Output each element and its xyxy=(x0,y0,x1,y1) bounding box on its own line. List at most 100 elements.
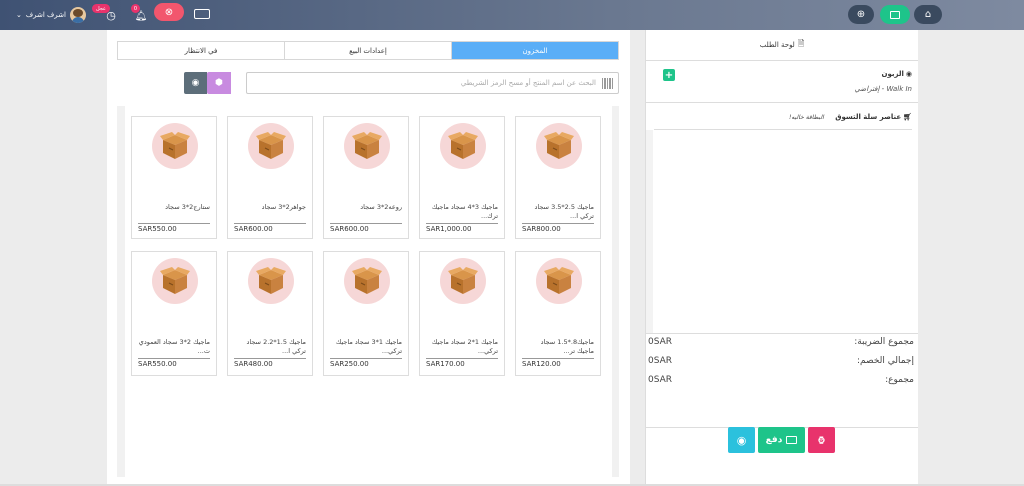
search-placeholder: البحث عن اسم المنتج أو مسح الرمز الشريطي xyxy=(460,79,596,87)
box-icon xyxy=(160,132,190,159)
product-price: SAR600.00 xyxy=(234,223,306,233)
products-scrollbar-right[interactable] xyxy=(612,106,619,477)
total-value: 0SAR xyxy=(648,375,673,385)
home-icon: ⌂ xyxy=(924,9,932,20)
pay-button[interactable]: دفع xyxy=(758,427,805,453)
order-panel: 🗎︎ لوحة الطلب ◉ الزبون Walk In - إفتراضي… xyxy=(645,30,918,486)
eye-icon: ◉ xyxy=(736,433,747,447)
product-name: ماجيك 2.5*3.5 سجاد تركي ا... xyxy=(534,203,594,220)
product-name: ماجيك 3*4 سجاد ماجيك ترك... xyxy=(431,203,498,220)
product-image xyxy=(248,123,294,169)
close-circle-icon: ⊗ xyxy=(164,6,174,18)
tab-sale-settings[interactable]: إعدادات البيع xyxy=(284,42,451,59)
chevron-down-icon: ⌄ xyxy=(16,11,22,19)
product-card[interactable]: جواهر2*3 سجاد SAR600.00 xyxy=(227,116,313,239)
product-price: SAR170.00 xyxy=(426,358,498,368)
cube-icon: ⬢ xyxy=(215,78,223,88)
box-icon xyxy=(160,267,190,294)
product-name: ماجيك 2*3 سجاد العمودي ت... xyxy=(138,338,210,355)
cart-label: 🛒︎ عناصر سلة التسوق xyxy=(835,113,912,121)
view-toggle-button[interactable]: ◉ xyxy=(184,72,207,94)
product-card[interactable]: ماجيك 3*4 سجاد ماجيك ترك... SAR1,000.00 xyxy=(419,116,505,239)
product-name: روعه2*3 سجاد xyxy=(360,203,402,211)
product-image xyxy=(536,258,582,304)
category-filter-button[interactable]: ⬢ xyxy=(207,72,231,94)
product-name: ماجيك 1*2 سجاد ماجيك تركي... xyxy=(431,338,498,355)
box-icon xyxy=(544,132,574,159)
box-icon xyxy=(256,132,286,159)
product-image xyxy=(440,123,486,169)
keyboard-icon xyxy=(194,9,210,19)
document-icon: 🗎︎ xyxy=(797,39,805,48)
user-name: اشرف اشرف xyxy=(25,11,66,19)
product-price: SAR550.00 xyxy=(138,358,210,368)
keyboard-shortcuts-button[interactable] xyxy=(193,8,211,20)
product-card[interactable]: ماجيك 2.5*3.5 سجاد تركي ا... SAR800.00 xyxy=(515,116,601,239)
barcode-icon xyxy=(602,78,614,89)
product-image xyxy=(344,123,390,169)
order-panel-header: 🗎︎ لوحة الطلب xyxy=(646,30,918,61)
pos-button[interactable] xyxy=(880,5,910,24)
total-line: 0SAR إجمالي الخصم: xyxy=(648,356,914,366)
credit-card-icon xyxy=(786,436,798,444)
product-card[interactable]: روعه2*3 سجاد SAR600.00 xyxy=(323,116,409,239)
total-label: مجموع الضريبة: xyxy=(854,337,914,347)
customer-section: ◉ الزبون Walk In - إفتراضي + xyxy=(646,61,918,103)
product-card[interactable]: ماجيك8.*1.5 سجاد ماجيك تر... SAR120.00 xyxy=(515,251,601,376)
watch-icon: ⌚︎ xyxy=(816,435,827,447)
cart-header: 🛒︎ عناصر سلة التسوق البطاقة خاليه! xyxy=(654,110,912,130)
home-button[interactable]: ⌂ xyxy=(914,5,942,24)
product-image xyxy=(248,258,294,304)
product-card[interactable]: ماجيك 1*2 سجاد ماجيك تركي... SAR170.00 xyxy=(419,251,505,376)
add-customer-button[interactable]: + xyxy=(663,69,675,81)
product-card[interactable]: ستارج2*3 سجاد SAR550.00 xyxy=(131,116,217,239)
customer-value[interactable]: Walk In - إفتراضي xyxy=(854,85,912,93)
product-card[interactable]: ماجيك 1*3 سجاد ماجيك تركي... SAR250.00 xyxy=(323,251,409,376)
box-icon xyxy=(448,267,478,294)
plus-circle-icon: ⊕ xyxy=(856,9,866,20)
cart-empty-text: البطاقة خاليه! xyxy=(789,114,824,121)
product-card[interactable]: ماجيك 1.5*2.2 سجاد تركي ا... SAR480.00 xyxy=(227,251,313,376)
product-search-input[interactable]: البحث عن اسم المنتج أو مسح الرمز الشريطي xyxy=(246,72,619,94)
product-name: ستارج2*3 سجاد xyxy=(165,203,210,211)
tab-inventory[interactable]: المخزون xyxy=(451,42,618,59)
box-icon xyxy=(544,267,574,294)
box-icon xyxy=(352,267,382,294)
add-button[interactable]: ⊕ xyxy=(848,5,874,24)
clear-cart-button[interactable]: ⌚︎ xyxy=(808,427,835,453)
product-name: ماجيك 1*3 سجاد ماجيك تركي... xyxy=(335,338,402,355)
notification-count-badge: 0 xyxy=(131,4,140,13)
product-price: SAR1,000.00 xyxy=(426,223,498,233)
order-panel-title: لوحة الطلب xyxy=(759,41,795,49)
products-scrollbar[interactable] xyxy=(117,106,125,477)
close-register-button[interactable]: ⊗ xyxy=(154,3,184,21)
product-price: SAR480.00 xyxy=(234,358,306,368)
total-label: إجمالي الخصم: xyxy=(857,356,914,366)
box-icon xyxy=(256,267,286,294)
total-value: 0SAR xyxy=(648,356,673,366)
product-image xyxy=(536,123,582,169)
preview-button[interactable]: ◉ xyxy=(728,427,755,453)
user-menu[interactable]: اشرف اشرف ⌄ xyxy=(16,6,86,24)
product-image xyxy=(152,258,198,304)
total-label: مجموع: xyxy=(885,375,914,385)
customer-label: ◉ الزبون xyxy=(881,70,912,78)
product-price: SAR600.00 xyxy=(330,223,402,233)
tab-on-hold[interactable]: في الانتظار xyxy=(118,42,284,59)
cart-scrollbar[interactable] xyxy=(646,130,653,333)
total-line: 0SAR مجموع الضريبة: xyxy=(648,337,914,347)
eye-icon: ◉ xyxy=(191,78,200,88)
user-avatar-icon xyxy=(69,7,86,23)
product-card[interactable]: ماجيك 2*3 سجاد العمودي ت... SAR550.00 xyxy=(131,251,217,376)
total-line: 0SAR مجموع: xyxy=(648,375,914,385)
product-name: ماجيك 1.5*2.2 سجاد تركي ا... xyxy=(246,338,306,355)
user-circle-icon: ◉ xyxy=(905,70,912,78)
total-value: 0SAR xyxy=(648,337,673,347)
cash-register-icon xyxy=(890,10,900,19)
product-price: SAR120.00 xyxy=(522,358,594,368)
top-navbar: اشرف اشرف ⌄ ◷ عجل 🔔︎ 0 ⊗ ⊕ ⌂ xyxy=(0,0,1024,30)
box-icon xyxy=(448,132,478,159)
cart-icon: 🛒︎ xyxy=(903,113,912,121)
shift-badge: عجل xyxy=(92,4,110,13)
pay-label: دفع xyxy=(765,435,783,445)
